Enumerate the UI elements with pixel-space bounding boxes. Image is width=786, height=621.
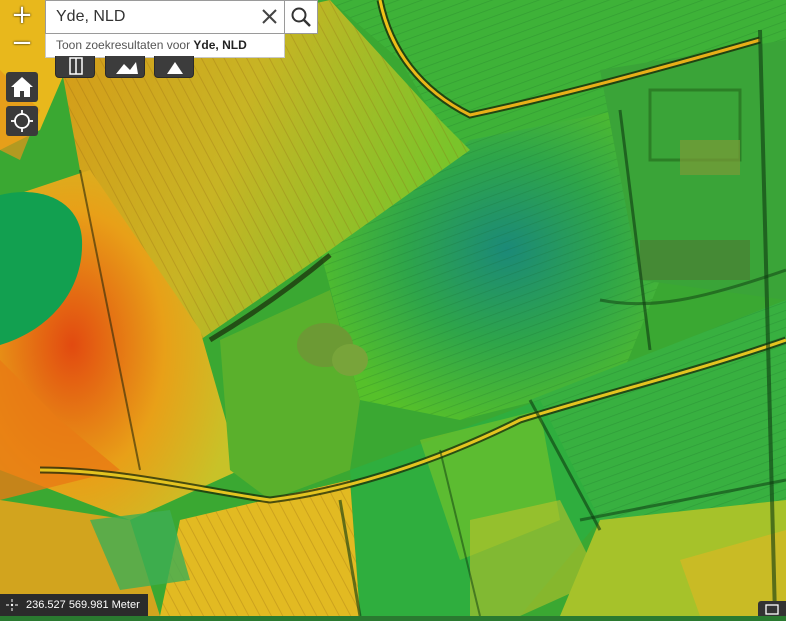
zoom-out-button[interactable]: − [6, 30, 38, 56]
home-button[interactable] [6, 72, 38, 102]
suggestion-prefix: Toon zoekresultaten voor [56, 38, 194, 52]
elevation-map[interactable] [0, 0, 786, 616]
locate-button[interactable] [6, 106, 38, 136]
search-input[interactable] [46, 1, 266, 33]
suggestion-term: Yde, NLD [193, 38, 247, 52]
measure-icon [167, 62, 183, 74]
search-suggestion[interactable]: Toon zoekresultaten voor Yde, NLD [45, 34, 285, 58]
basemap-icon [116, 62, 138, 74]
basemap-button[interactable] [105, 56, 145, 78]
home-icon [11, 77, 33, 97]
search-button[interactable] [285, 0, 318, 34]
locate-icon [11, 110, 33, 132]
coordinate-text: 236.527 569.981 Meter [26, 599, 140, 611]
layers-button[interactable] [55, 56, 95, 78]
close-icon[interactable] [260, 6, 280, 28]
zoom-in-button[interactable]: + [6, 2, 38, 28]
crosshair-icon[interactable] [6, 599, 18, 611]
layers-icon [69, 57, 83, 75]
search-box [45, 0, 285, 34]
search-icon [291, 7, 311, 27]
measure-button[interactable] [154, 56, 194, 78]
overview-toggle-button[interactable] [758, 601, 786, 616]
overview-icon [765, 604, 779, 615]
coordinate-readout: 236.527 569.981 Meter [0, 594, 148, 616]
